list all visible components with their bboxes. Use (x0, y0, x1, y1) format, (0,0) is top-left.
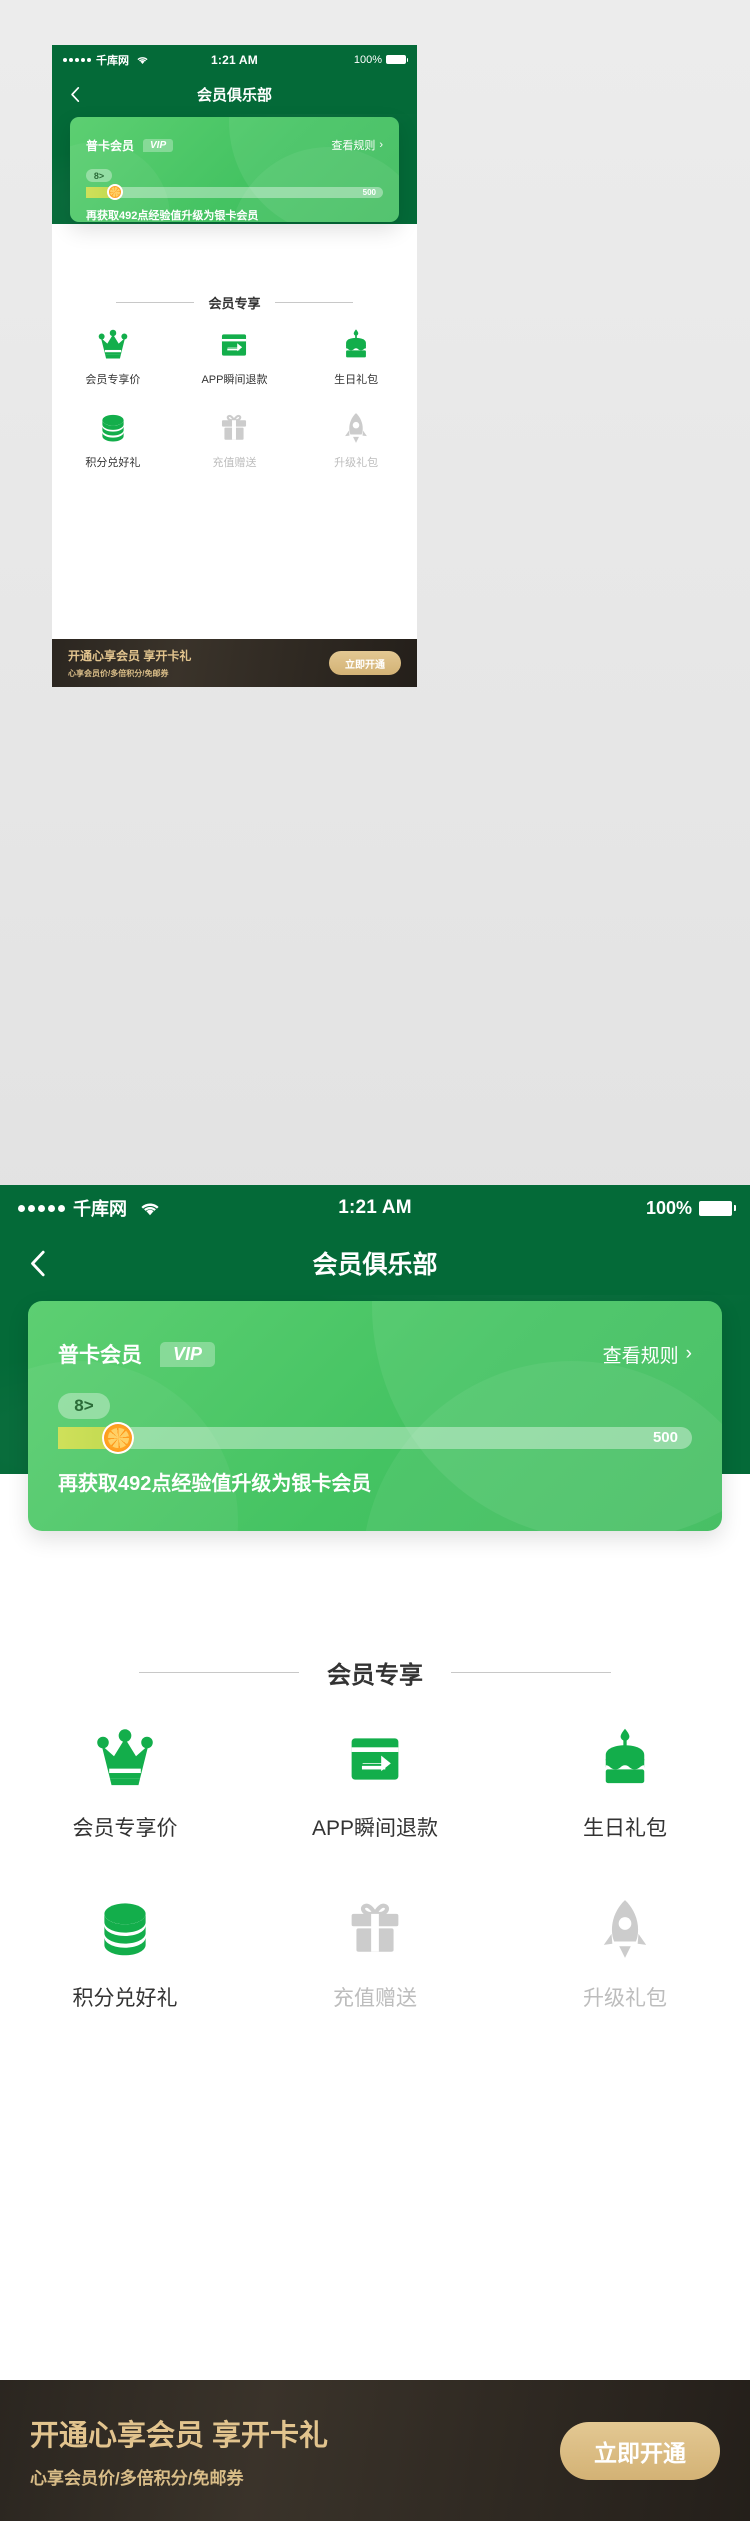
benefit-item-6[interactable]: 升级礼包 (500, 1896, 750, 2012)
section-header-member-benefits: 会员专享 (0, 1655, 750, 1690)
benefit-label: 积分兑好礼 (72, 1987, 178, 2010)
benefit-item-1[interactable]: 会员专享价 (0, 1726, 250, 1842)
nav-bar: 会员俱乐部 (0, 1231, 750, 1295)
page-title: 会员俱乐部 (196, 86, 272, 104)
benefit-label: APP瞬间退款 (311, 1817, 438, 1840)
benefit-label: 充值赠送 (332, 1987, 417, 2010)
chevron-right-icon: › (379, 139, 383, 151)
section-header-member-benefits: 会员专享 (52, 293, 417, 312)
benefit-item-3[interactable]: 生日礼包 (500, 1726, 750, 1842)
benefit-label: 升级礼包 (334, 457, 379, 469)
page-title: 会员俱乐部 (312, 1251, 438, 1279)
vip-membership-card[interactable]: 普卡会员 VIP 查看规则 › 8> 500 再获取492点经验值升级为银卡会员 (28, 1301, 722, 1531)
upgrade-hint-text: 再获取492点经验值升级为银卡会员 (86, 209, 259, 222)
gift-box-icon (217, 411, 251, 445)
activate-now-button[interactable]: 立即开通 (560, 2421, 720, 2480)
level-badge: 8> (86, 169, 112, 182)
rocket-icon (592, 1896, 658, 1962)
refund-card-icon (217, 328, 251, 362)
benefit-label: 生日礼包 (582, 1817, 667, 1840)
benefit-item-2[interactable]: APP瞬间退款 (250, 1726, 500, 1842)
promo-title: 开通心享会员 享开卡礼 (30, 2420, 329, 2452)
status-bar: 千库网 1:21 AM 100% (0, 1185, 750, 1231)
benefit-item-5[interactable]: 充值赠送 (174, 411, 296, 470)
phone-screen-main: 千库网 1:21 AM 100% 会员俱乐部 普卡会员 VIP 查看规则 › 8… (0, 1185, 750, 2521)
benefit-label: 升级礼包 (582, 1987, 667, 2010)
divider-right (451, 1672, 611, 1673)
view-rules-link[interactable]: 查看规则 › (603, 1341, 692, 1368)
section-title: 会员专享 (327, 1662, 423, 1689)
experience-progress-bar[interactable]: 500 (86, 184, 383, 200)
vip-card-header-row: 普卡会员 VIP 查看规则 › (70, 127, 399, 163)
divider-left (139, 1672, 299, 1673)
experience-progress-wrap: 500 (86, 184, 383, 200)
battery-full-icon (699, 1200, 736, 1216)
promo-banner: 开通心享会员 享开卡礼 心享会员价/多倍积分/免邮券 立即开通 (0, 2380, 750, 2521)
crown-icon (92, 1726, 158, 1792)
membership-tier-label: 普卡会员 (86, 138, 135, 153)
birthday-cake-icon (592, 1726, 658, 1792)
view-rules-label: 查看规则 (602, 1345, 679, 1367)
phone-screen-preview: 千库网 1:21 AM 100% 会员俱乐部 普卡会员 VIP 查看规则 › 8… (52, 45, 417, 687)
rocket-icon (339, 411, 373, 445)
promo-banner-texts: 开通心享会员 享开卡礼 心享会员价/多倍积分/免邮券 (30, 2412, 328, 2489)
vip-card-header-row: 普卡会员 VIP 查看规则 › (28, 1323, 722, 1385)
benefit-item-4[interactable]: 积分兑好礼 (52, 411, 174, 470)
benefits-grid: 会员专享价 APP瞬间退款 生日礼包积分兑好礼 充值赠送 升级礼包 (52, 328, 417, 494)
experience-progress-bar[interactable]: 500 (58, 1422, 692, 1454)
benefit-item-2[interactable]: APP瞬间退款 (174, 328, 296, 387)
battery-full-icon (386, 54, 408, 65)
coins-stack-icon (92, 1896, 158, 1962)
membership-tier-label: 普卡会员 (58, 1344, 142, 1367)
birthday-cake-icon (339, 328, 373, 362)
benefit-label: 生日礼包 (334, 374, 379, 386)
status-bar: 千库网 1:21 AM 100% (52, 45, 417, 74)
vip-badge: VIP (160, 1341, 216, 1367)
benefit-label: APP瞬间退款 (201, 374, 268, 386)
benefit-label: 会员专享价 (72, 1817, 178, 1840)
section-title: 会员专享 (208, 296, 261, 311)
experience-progress-wrap: 500 (58, 1422, 692, 1454)
screenshot-canvas: 千库网 1:21 AM 100% 会员俱乐部 普卡会员 VIP 查看规则 › 8… (0, 0, 750, 2521)
divider-left (116, 302, 195, 303)
level-badge: 8> (58, 1393, 110, 1419)
progress-max-label: 500 (362, 187, 376, 197)
clock-label: 1:21 AM (211, 52, 258, 67)
upgrade-hint-text: 再获取492点经验值升级为银卡会员 (58, 1473, 372, 1495)
divider-right (274, 302, 353, 303)
promo-title: 开通心享会员 享开卡礼 (68, 649, 192, 663)
benefit-item-3[interactable]: 生日礼包 (295, 328, 417, 387)
orange-slice-icon (106, 184, 123, 200)
benefit-item-1[interactable]: 会员专享价 (52, 328, 174, 387)
benefit-item-4[interactable]: 积分兑好礼 (0, 1896, 250, 2012)
vip-badge: VIP (143, 138, 174, 152)
promo-banner: 开通心享会员 享开卡礼 心享会员价/多倍积分/免邮券 立即开通 (52, 639, 417, 687)
clock-label: 1:21 AM (338, 1197, 412, 1218)
view-rules-link[interactable]: 查看规则 › (331, 137, 383, 153)
benefit-item-5[interactable]: 充值赠送 (250, 1896, 500, 2012)
coins-stack-icon (96, 411, 130, 445)
benefit-label: 充值赠送 (212, 457, 257, 469)
view-rules-label: 查看规则 (331, 140, 376, 152)
chevron-right-icon: › (685, 1343, 692, 1364)
activate-now-button[interactable]: 立即开通 (329, 651, 401, 675)
benefits-grid: 会员专享价 APP瞬间退款 生日礼包积分兑好礼 充值赠送 升级礼包 (0, 1726, 750, 2066)
back-button[interactable] (16, 1242, 58, 1284)
back-button[interactable] (62, 81, 88, 107)
crown-icon (96, 328, 130, 362)
gift-box-icon (342, 1896, 408, 1962)
vip-membership-card[interactable]: 普卡会员 VIP 查看规则 › 8> 500 再获取492点经验值升级为银卡会员 (70, 117, 399, 222)
nav-bar: 会员俱乐部 (52, 74, 417, 114)
promo-subtitle: 心享会员价/多倍积分/免邮券 (68, 669, 169, 678)
progress-max-label: 500 (652, 1429, 678, 1446)
promo-subtitle: 心享会员价/多倍积分/免邮券 (30, 2469, 244, 2488)
promo-banner-texts: 开通心享会员 享开卡礼 心享会员价/多倍积分/免邮券 (68, 647, 191, 679)
benefit-item-6[interactable]: 升级礼包 (295, 411, 417, 470)
refund-card-icon (342, 1726, 408, 1792)
benefit-label: 会员专享价 (85, 374, 141, 386)
benefit-label: 积分兑好礼 (85, 457, 141, 469)
